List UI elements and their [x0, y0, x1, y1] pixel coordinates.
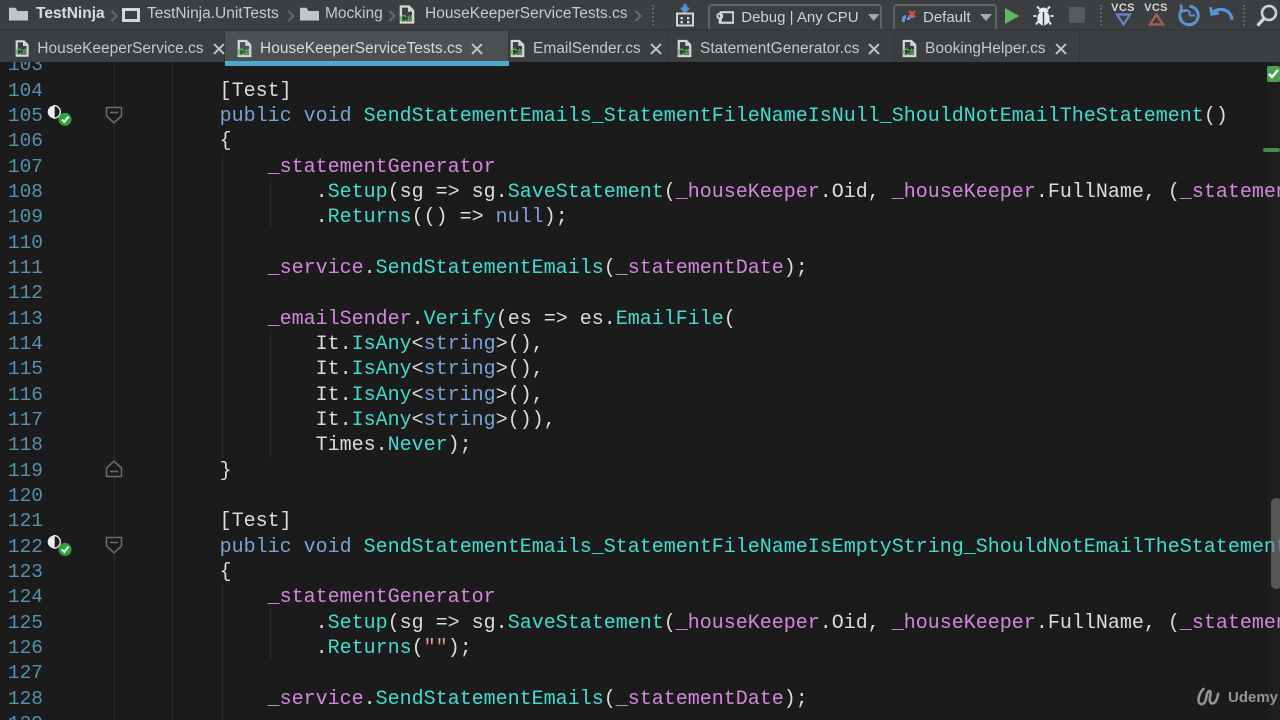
svg-text:C#: C#	[15, 47, 27, 57]
svg-text:C#: C#	[677, 48, 690, 58]
svg-text:C#: C#	[399, 14, 412, 24]
svg-text:C#: C#	[902, 48, 915, 58]
svg-text:C#: C#	[510, 48, 523, 58]
svg-text:C#: C#	[237, 48, 250, 58]
